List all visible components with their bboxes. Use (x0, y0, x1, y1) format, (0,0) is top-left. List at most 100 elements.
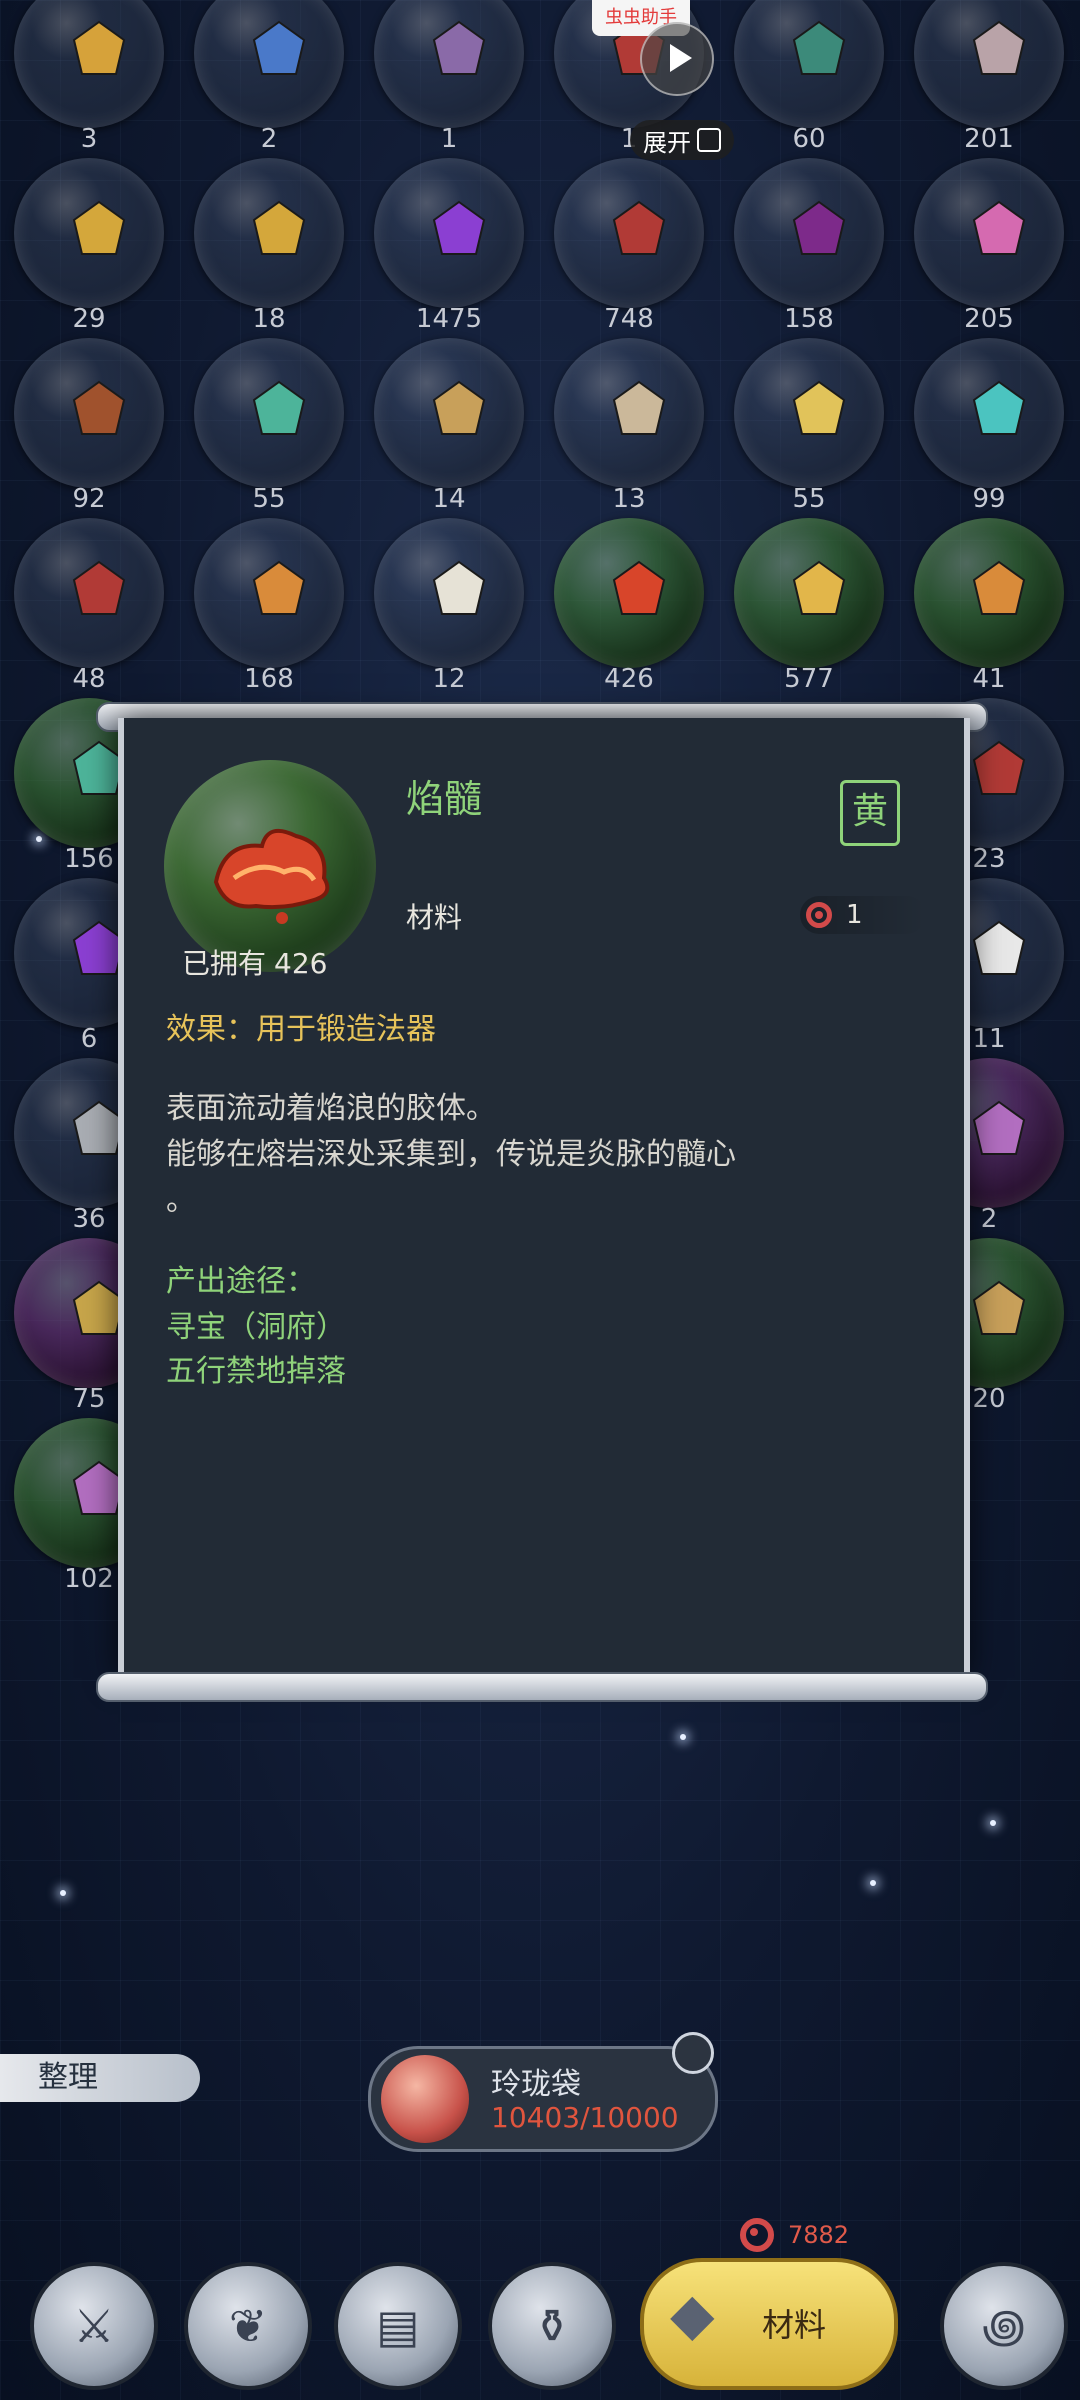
inventory-slot[interactable]: 99 (904, 338, 1074, 518)
bag-capacity-panel[interactable]: 玲珑袋 10403/10000 (368, 2046, 718, 2152)
currency-display: 7882 (740, 2218, 849, 2252)
slot-bubble (914, 158, 1064, 308)
inventory-slot[interactable]: 1 (364, 0, 534, 158)
slot-count: 92 (72, 484, 106, 514)
slot-count: 55 (252, 484, 286, 514)
slot-count: 3 (80, 124, 98, 154)
gold-ore-icon (792, 560, 846, 615)
slot-count: 48 (72, 664, 106, 694)
slot-bubble (374, 158, 524, 308)
tab-pouch[interactable]: ❦ (184, 2262, 312, 2390)
quality-stamp: 黄 (840, 780, 900, 846)
expand-button[interactable]: 展开 (630, 120, 734, 160)
amber-orb-icon (72, 20, 126, 75)
ginseng-icon (432, 380, 486, 435)
inventory-slot[interactable]: 748 (544, 158, 714, 338)
play-button[interactable] (640, 22, 714, 96)
slot-count: 426 (604, 664, 654, 694)
slot-count: 55 (792, 484, 826, 514)
inventory-slot[interactable]: 2 (184, 0, 354, 158)
item-description: 表面流动着焰浪的胶体。 能够在熔岩深处采集到，传说是炎脉的髓心 。 (166, 1086, 946, 1224)
item-large-bubble (164, 760, 376, 972)
inventory-slot[interactable]: 3 (4, 0, 174, 158)
inventory-slot[interactable]: 201 (904, 0, 1074, 158)
tab-book[interactable]: ▤ (334, 2262, 462, 2390)
swirl-icon: ꩜ (982, 2299, 1026, 2353)
refresh-icon[interactable] (672, 2032, 714, 2074)
inventory-slot[interactable]: 18 (184, 158, 354, 338)
cost-row: 1 (800, 896, 926, 934)
sort-button[interactable]: 整理 (0, 2054, 200, 2102)
inventory-slot[interactable]: 205 (904, 158, 1074, 338)
inventory-slot[interactable]: 12 (364, 518, 534, 698)
slot-bubble (14, 0, 164, 128)
sword-shield-icon: ⚔ (73, 2299, 115, 2353)
tab-materials-label: 材料 (762, 2306, 827, 2344)
slot-count: 18 (252, 304, 286, 334)
gold-feather-icon (72, 200, 126, 255)
inventory-slot[interactable]: 1475 (364, 158, 534, 338)
slot-count: 13 (612, 484, 646, 514)
star (870, 1880, 876, 1886)
slot-bubble (554, 518, 704, 668)
inventory-slot[interactable]: 29 (4, 158, 174, 338)
white-beans-icon (972, 920, 1026, 975)
slot-count: 205 (964, 304, 1014, 334)
blood-bowl-icon (972, 740, 1026, 795)
inventory-slot[interactable]: 41 (904, 518, 1074, 698)
slot-bubble (734, 338, 884, 488)
owned-count-row: 已拥有 426 (182, 942, 327, 982)
inventory-slot[interactable]: 13 (544, 338, 714, 518)
potion-icon: ⚱ (532, 2299, 572, 2353)
rock-icon (972, 20, 1026, 75)
tab-potion[interactable]: ⚱ (488, 2262, 616, 2390)
wood-branch-icon (72, 380, 126, 435)
lavender-herb-icon (972, 1100, 1026, 1155)
source-item: 寻宝（洞府） (166, 1310, 346, 1345)
blood-bowl-icon (612, 200, 666, 255)
inventory-slot[interactable]: 60 (724, 0, 894, 158)
slot-count: 60 (792, 124, 826, 154)
star (990, 1820, 996, 1826)
potion-flask-icon (792, 380, 846, 435)
violet-shard-icon (792, 200, 846, 255)
slot-count: 1475 (415, 304, 483, 334)
expand-label: 展开 (643, 128, 691, 157)
slot-bubble (734, 518, 884, 668)
description-line: 能够在熔岩深处采集到，传说是炎脉的髓心 (166, 1137, 736, 1172)
owned-count: 426 (274, 947, 328, 980)
inventory-slot[interactable]: 158 (724, 158, 894, 338)
slot-count: 168 (244, 664, 294, 694)
inventory-slot[interactable]: 14 (364, 338, 534, 518)
inventory-slot[interactable]: 55 (724, 338, 894, 518)
slot-bubble (14, 338, 164, 488)
slot-bubble (194, 338, 344, 488)
blood-bowl-icon (72, 560, 126, 615)
gold-feather-icon (252, 200, 306, 255)
tab-equipment[interactable]: ⚔ (30, 2262, 158, 2390)
book-icon: ▤ (376, 2299, 420, 2353)
inventory-slot[interactable]: 48 (4, 518, 174, 698)
slot-bubble (374, 338, 524, 488)
slot-count: 158 (784, 304, 834, 334)
star (60, 1890, 66, 1896)
slot-count: 41 (972, 664, 1006, 694)
inventory-slot[interactable]: 55 (184, 338, 354, 518)
pouch-icon (381, 2055, 469, 2143)
slot-bubble (734, 158, 884, 308)
slot-count: 12 (432, 664, 466, 694)
ginseng-icon (972, 1280, 1026, 1335)
pouch-icon: ❦ (228, 2299, 268, 2353)
inventory-slot[interactable]: 168 (184, 518, 354, 698)
crystal-icon: ◆ (670, 2280, 715, 2348)
inventory-slot[interactable]: 577 (724, 518, 894, 698)
herb-stalk-icon (792, 20, 846, 75)
inventory-slot[interactable]: 92 (4, 338, 174, 518)
slot-bubble (554, 158, 704, 308)
slot-bubble (914, 0, 1064, 128)
tab-swirl[interactable]: ꩜ (940, 2262, 1068, 2390)
flame-marrow-icon (612, 560, 666, 615)
slot-bubble (194, 158, 344, 308)
inventory-slot[interactable]: 426 (544, 518, 714, 698)
teal-flower-icon (972, 380, 1026, 435)
